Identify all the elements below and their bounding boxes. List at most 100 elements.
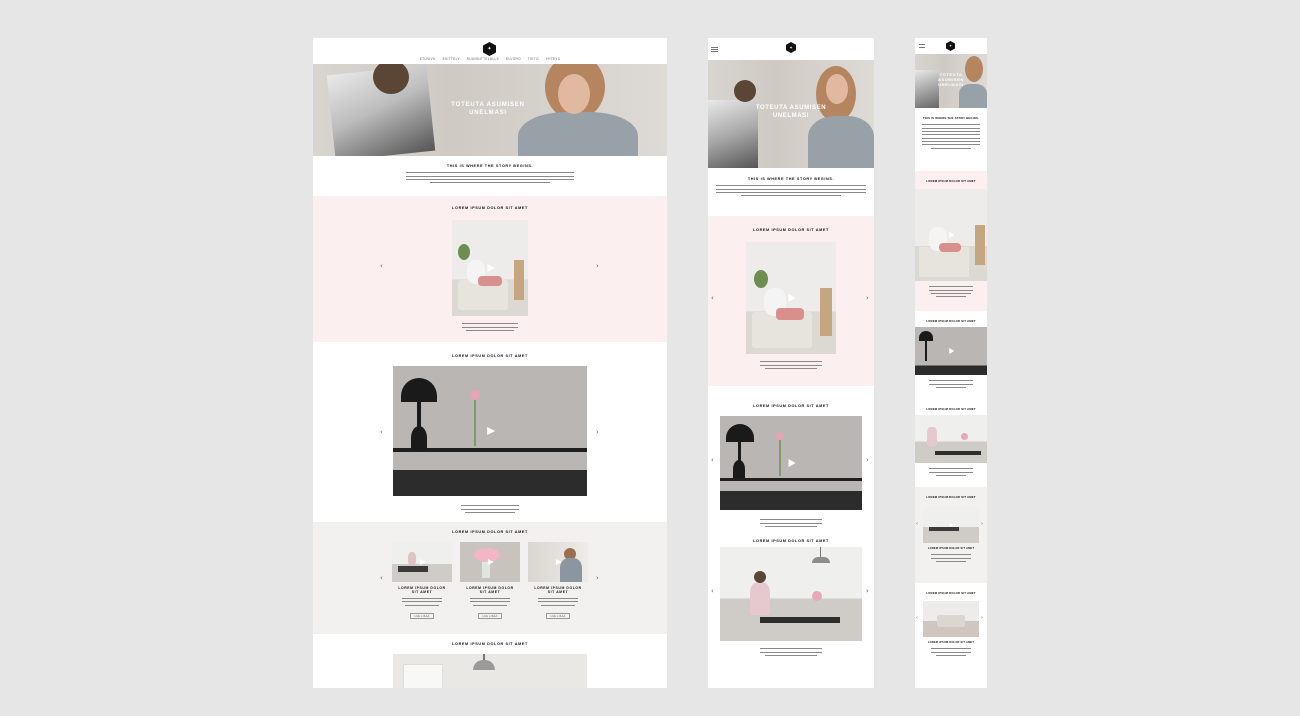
chevron-left-icon[interactable]: ‹ (916, 615, 918, 621)
mobile-section-2: LOREM IPSUM DOLOR SIT AMET (915, 311, 987, 401)
card-2-button[interactable]: LUE LISÄÄ (478, 612, 502, 619)
tablet-section-3-title: LOREM IPSUM DOLOR SIT AMET (753, 539, 829, 543)
nav-item-6[interactable]: YHTEYS (546, 57, 561, 61)
mobile-section-2-video[interactable] (915, 327, 987, 375)
intro-section: THIS IS WHERE THE STORY BEGINS. (313, 156, 667, 196)
mobile-card-2-image[interactable] (923, 601, 979, 637)
tablet-section-1: LOREM IPSUM DOLOR SIT AMET ‹ › (708, 216, 874, 386)
card-2-text (460, 597, 520, 607)
mobile-intro: THIS IS WHERE THE STORY BEGINS. (915, 108, 987, 171)
section-3-title: LOREM IPSUM DOLOR SIT AMET (452, 530, 528, 534)
section-2-video[interactable] (393, 366, 587, 496)
section-3: LOREM IPSUM DOLOR SIT AMET ‹ › LOREM IPS… (313, 522, 667, 634)
hero-title: TOTEUTA ASUMISEN UNELMASI (433, 102, 543, 117)
chevron-right-icon[interactable]: › (596, 428, 599, 436)
hexagon-logo-icon[interactable]: ✦ (483, 42, 496, 56)
nav-item-5[interactable]: TIETO (528, 57, 539, 61)
intro-text-lines (313, 171, 667, 185)
card-2[interactable]: LOREM IPSUM DOLOR SIT AMET LUE LISÄÄ (460, 542, 520, 619)
play-icon[interactable] (788, 294, 796, 302)
hexagon-logo-icon[interactable]: ✦ (786, 42, 796, 53)
nav-item-3[interactable]: SUUNNITTELULLE (467, 57, 499, 61)
section-4-title: LOREM IPSUM DOLOR SIT AMET (452, 642, 528, 646)
mobile-section-1: LOREM IPSUM DOLOR SIT AMET (915, 171, 987, 311)
tablet-intro-heading: THIS IS WHERE THE STORY BEGINS. (747, 177, 835, 181)
chevron-left-icon[interactable]: ‹ (380, 262, 383, 270)
hero-image: TOTEUTA ASUMISEN UNELMASI (313, 64, 667, 156)
card-1-text (392, 597, 452, 607)
chevron-left-icon[interactable]: ‹ (711, 294, 714, 302)
mobile-hero-image: TOTEUTA ASUMISEN UNELMASI (915, 54, 987, 108)
card-1[interactable]: LOREM IPSUM DOLOR SIT AMET LUE LISÄÄ (392, 542, 452, 619)
nav-item-1[interactable]: ETUSIVU (420, 57, 436, 61)
play-icon[interactable] (788, 459, 796, 467)
play-icon[interactable] (555, 559, 562, 565)
section-1-video[interactable] (452, 220, 528, 316)
hero-title-line1: TOTEUTA ASUMISEN (451, 102, 525, 108)
chevron-right-icon[interactable]: › (596, 574, 599, 582)
chevron-left-icon[interactable]: ‹ (711, 587, 714, 595)
desktop-header: ✦ ETUSIVU ESITTELY SUUNNITTELULLE ELVORO… (313, 38, 667, 64)
play-icon[interactable] (419, 559, 426, 565)
chevron-left-icon[interactable]: ‹ (711, 456, 714, 464)
card-3-text (528, 597, 588, 607)
mobile-section-1-video[interactable] (915, 189, 987, 281)
tablet-hero-title-line2: UNELMASI (772, 113, 810, 119)
section-2-caption (313, 504, 667, 514)
nav-item-4[interactable]: ELVORO (506, 57, 521, 61)
tablet-section-1-video[interactable] (746, 242, 836, 354)
section-2-title: LOREM IPSUM DOLOR SIT AMET (452, 354, 528, 358)
tablet-header: ✦ (708, 38, 874, 60)
tablet-hero-title: TOTEUTA ASUMISEN UNELMASI (748, 104, 834, 120)
card-2-title: LOREM IPSUM DOLOR SIT AMET (460, 586, 520, 595)
mobile-header: ✦ (915, 38, 987, 54)
hamburger-menu-icon[interactable] (919, 44, 925, 48)
chevron-left-icon[interactable]: ‹ (380, 428, 383, 436)
tablet-section-2-video[interactable] (720, 416, 862, 510)
chevron-right-icon[interactable]: › (866, 456, 869, 464)
mobile-hero-title-line3: UNELMASI (938, 82, 964, 87)
card-3-image[interactable] (528, 542, 588, 582)
chevron-right-icon[interactable]: › (981, 521, 983, 527)
hexagon-logo-icon[interactable]: ✦ (946, 41, 955, 51)
tablet-section-3: LOREM IPSUM DOLOR SIT AMET ‹ › (708, 531, 874, 666)
mobile-section-5: LOREM IPSUM DOLOR SIT AMET ‹ › LOREM IPS… (915, 583, 987, 673)
tablet-hero-title-line1: TOTEUTA ASUMISEN (755, 105, 827, 111)
card-1-image[interactable] (392, 542, 452, 582)
nav-item-2[interactable]: ESITTELY (443, 57, 460, 61)
mobile-card-1-image[interactable] (923, 507, 979, 543)
play-icon[interactable] (487, 559, 494, 565)
play-icon[interactable] (949, 232, 955, 238)
mobile-section-3-video[interactable] (915, 415, 987, 463)
mobile-card-1-title: LOREM IPSUM DOLOR SIT AMET (927, 547, 975, 550)
play-icon[interactable] (949, 523, 954, 527)
mobile-section-4-title: LOREM IPSUM DOLOR SIT AMET (926, 495, 976, 499)
tablet-section-1-title: LOREM IPSUM DOLOR SIT AMET (753, 228, 829, 232)
tablet-section-3-video[interactable] (720, 547, 862, 641)
mobile-intro-heading: THIS IS WHERE THE STORY BEGINS. (922, 116, 980, 120)
card-3[interactable]: LOREM IPSUM DOLOR SIT AMET LUE LISÄÄ (528, 542, 588, 619)
card-3-title: LOREM IPSUM DOLOR SIT AMET (528, 586, 588, 595)
mobile-card-2-title: LOREM IPSUM DOLOR SIT AMET (927, 641, 975, 644)
play-icon[interactable] (487, 427, 496, 435)
chevron-left-icon[interactable]: ‹ (380, 574, 383, 582)
desktop-mockup: ✦ ETUSIVU ESITTELY SUUNNITTELULLE ELVORO… (313, 38, 667, 688)
chevron-right-icon[interactable]: › (981, 615, 983, 621)
play-icon[interactable] (487, 264, 495, 272)
chevron-left-icon[interactable]: ‹ (916, 521, 918, 527)
chevron-right-icon[interactable]: › (596, 262, 599, 270)
mobile-section-2-title: LOREM IPSUM DOLOR SIT AMET (926, 319, 976, 323)
section-1-title: LOREM IPSUM DOLOR SIT AMET (452, 206, 528, 210)
mobile-section-3-title: LOREM IPSUM DOLOR SIT AMET (926, 407, 976, 411)
card-1-title: LOREM IPSUM DOLOR SIT AMET (392, 586, 452, 595)
hamburger-menu-icon[interactable] (711, 47, 718, 52)
card-1-button[interactable]: LUE LISÄÄ (410, 612, 434, 619)
tablet-section-2: LOREM IPSUM DOLOR SIT AMET ‹ › (708, 386, 874, 531)
intro-heading: THIS IS WHERE THE STORY BEGINS. (446, 164, 534, 168)
play-icon[interactable] (949, 348, 955, 354)
card-3-button[interactable]: LUE LISÄÄ (546, 612, 570, 619)
chevron-right-icon[interactable]: › (866, 587, 869, 595)
tablet-hero-image: TOTEUTA ASUMISEN UNELMASI (708, 60, 874, 168)
card-2-image[interactable] (460, 542, 520, 582)
chevron-right-icon[interactable]: › (866, 294, 869, 302)
